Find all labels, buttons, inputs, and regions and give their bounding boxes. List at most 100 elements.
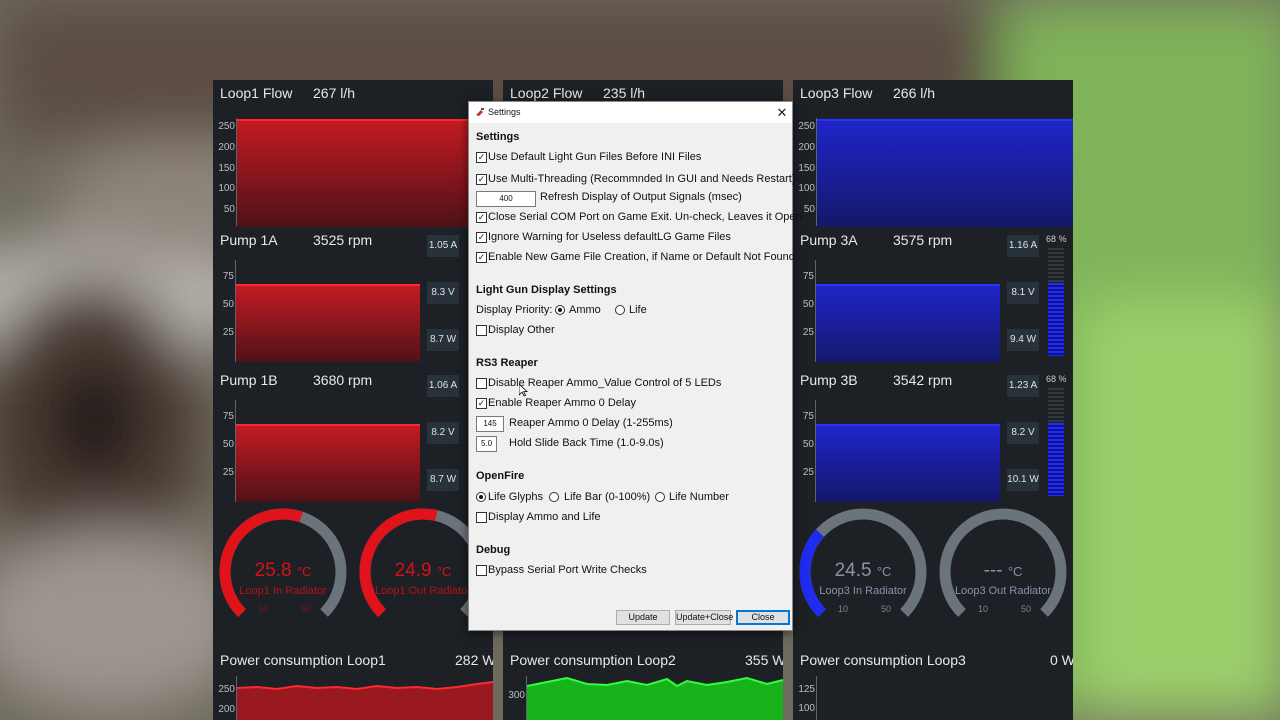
- close-button[interactable]: Close: [736, 610, 790, 625]
- tick: 250: [218, 121, 235, 132]
- refresh-label: Refresh Display of Output Signals (msec): [540, 191, 742, 203]
- loop2-flow-label: Loop2 Flow: [510, 85, 583, 101]
- bypass-serial-checkbox[interactable]: [476, 565, 487, 576]
- life-number-radio[interactable]: [655, 492, 665, 502]
- loop1-flow-label: Loop1 Flow: [220, 85, 293, 101]
- tick: 75: [802, 411, 814, 422]
- pump-1b-rpm: 3680 rpm: [313, 372, 373, 388]
- enable-reaper-delay-checkbox[interactable]: ✓: [476, 398, 487, 409]
- multithread-checkbox[interactable]: ✓: [476, 174, 487, 185]
- use-default-label: Use Default Light Gun Files Before INI F…: [488, 151, 702, 163]
- reaper-delay-field[interactable]: 145: [476, 416, 504, 432]
- reaper-delay-label: Reaper Ammo 0 Delay (1-255ms): [509, 417, 673, 429]
- update-button[interactable]: Update: [616, 610, 670, 625]
- pump-1a-volts: 8.3 V: [427, 282, 459, 304]
- pump-3a-percent: 68 %: [1046, 234, 1067, 244]
- loop1-flow-value: 267 l/h: [313, 85, 356, 101]
- life-bar-radio[interactable]: [549, 492, 559, 502]
- gauge-tick: 10: [978, 604, 989, 614]
- pump-3a-label: Pump 3A: [800, 232, 858, 248]
- pump-3b-percent: 68 %: [1046, 374, 1067, 384]
- tick: 75: [802, 271, 814, 282]
- ammo-radio[interactable]: [555, 305, 565, 315]
- pump-3a-rpm: 3575 rpm: [893, 232, 953, 248]
- power-loop2-label: Power consumption Loop2: [510, 652, 676, 668]
- section-rs3-reaper: RS3 Reaper: [476, 357, 538, 369]
- tick: 75: [222, 271, 234, 282]
- life-label: Life: [629, 304, 647, 316]
- pump-1a-rpm: 3525 rpm: [313, 232, 373, 248]
- gauge-tick: 50: [881, 604, 892, 614]
- ammo-label: Ammo: [569, 304, 601, 316]
- close-icon[interactable]: ✕: [773, 104, 791, 121]
- tick: 300: [508, 690, 525, 701]
- pump-3b-amps: 1.23 A: [1007, 375, 1039, 397]
- app-icon: [476, 108, 484, 116]
- loop1-in-radiator-label: Loop1 In Radiator: [239, 585, 327, 597]
- display-ammo-life-checkbox[interactable]: [476, 512, 487, 523]
- hold-slide-field[interactable]: 5.0: [476, 436, 497, 452]
- pump-3a-bar: [816, 284, 1000, 362]
- display-priority-label: Display Priority:: [476, 304, 553, 316]
- tick: 200: [798, 142, 815, 153]
- settings-titlebar[interactable]: Settings ✕: [469, 102, 792, 123]
- loop1-power-area: [237, 681, 493, 720]
- refresh-msec-field[interactable]: 400: [476, 191, 536, 207]
- use-default-checkbox[interactable]: ✓: [476, 152, 487, 163]
- bypass-serial-label: Bypass Serial Port Write Checks: [488, 564, 647, 576]
- tick: 250: [218, 684, 235, 695]
- tick: 100: [798, 183, 815, 194]
- pump-3a-amps: 1.16 A: [1007, 235, 1039, 257]
- multithread-label: Use Multi-Threading (Recommnded In GUI a…: [488, 173, 796, 185]
- gauge-tick: 10: [258, 604, 269, 614]
- chart-axis: [816, 676, 817, 720]
- section-lightgun: Light Gun Display Settings: [476, 284, 617, 296]
- pump-1a-amps: 1.05 A: [427, 235, 459, 257]
- tick: 250: [798, 121, 815, 132]
- display-other-label: Display Other: [488, 324, 555, 336]
- loop3-flow-bar: [817, 119, 1073, 227]
- pump-3b-label: Pump 3B: [800, 372, 858, 388]
- pump-3b-level-meter: [1048, 388, 1064, 496]
- disable-reaper-checkbox[interactable]: [476, 378, 487, 389]
- pump-3b-bar: [816, 424, 1000, 502]
- tick: 150: [798, 163, 815, 174]
- tick: 50: [802, 439, 814, 450]
- section-debug: Debug: [476, 544, 511, 556]
- tick: 50: [222, 299, 234, 310]
- power-loop2-value: 355 W: [745, 652, 783, 668]
- close-com-checkbox[interactable]: ✓: [476, 212, 487, 223]
- tick: 75: [222, 411, 234, 422]
- pump-1b-amps: 1.06 A: [427, 375, 459, 397]
- power-loop3-value: 0 W: [1050, 652, 1073, 668]
- loop2-power-area: [527, 676, 783, 720]
- enable-new-game-label: Enable New Game File Creation, if Name o…: [488, 251, 795, 263]
- tick: 150: [218, 163, 235, 174]
- power-loop1-label: Power consumption Loop1: [220, 652, 386, 668]
- section-openfire: OpenFire: [476, 470, 525, 482]
- power-loop3-label: Power consumption Loop3: [800, 652, 966, 668]
- enable-new-game-checkbox[interactable]: ✓: [476, 252, 487, 263]
- life-radio[interactable]: [615, 305, 625, 315]
- enable-reaper-delay-label: Enable Reaper Ammo 0 Delay: [488, 397, 636, 409]
- display-other-checkbox[interactable]: [476, 325, 487, 336]
- pump-3b-watts: 10.1 W: [1007, 469, 1039, 491]
- life-number-label: Life Number: [669, 491, 729, 503]
- tick: 25: [802, 327, 814, 338]
- tick: 125: [798, 684, 815, 695]
- gauge-tick: 50: [301, 604, 312, 614]
- life-glyphs-radio[interactable]: [476, 492, 486, 502]
- ignore-warning-label: Ignore Warning for Useless defaultLG Gam…: [488, 231, 731, 243]
- gauge-tick: 10: [838, 604, 849, 614]
- pump-3a-volts: 8.1 V: [1007, 282, 1039, 304]
- loop3-out-radiator-label: Loop3 Out Radiator: [954, 585, 1051, 597]
- loop3-panel: Loop3 Flow 266 l/h 250 200 150 100 50 Pu…: [793, 80, 1073, 720]
- tick: 200: [218, 704, 235, 715]
- settings-dialog: Settings ✕ Settings ✓ Use Default Light …: [468, 101, 805, 631]
- loop3-in-radiator-value: 24.5 °C: [834, 560, 892, 581]
- loop1-panel: Loop1 Flow 267 l/h 250 200 150 100 50 Pu…: [213, 80, 493, 720]
- update-close-button[interactable]: Update+Close: [675, 610, 733, 625]
- ignore-warning-checkbox[interactable]: ✓: [476, 232, 487, 243]
- close-com-label: Close Serial COM Port on Game Exit. Un-c…: [488, 211, 805, 223]
- pump-1a-label: Pump 1A: [220, 232, 278, 248]
